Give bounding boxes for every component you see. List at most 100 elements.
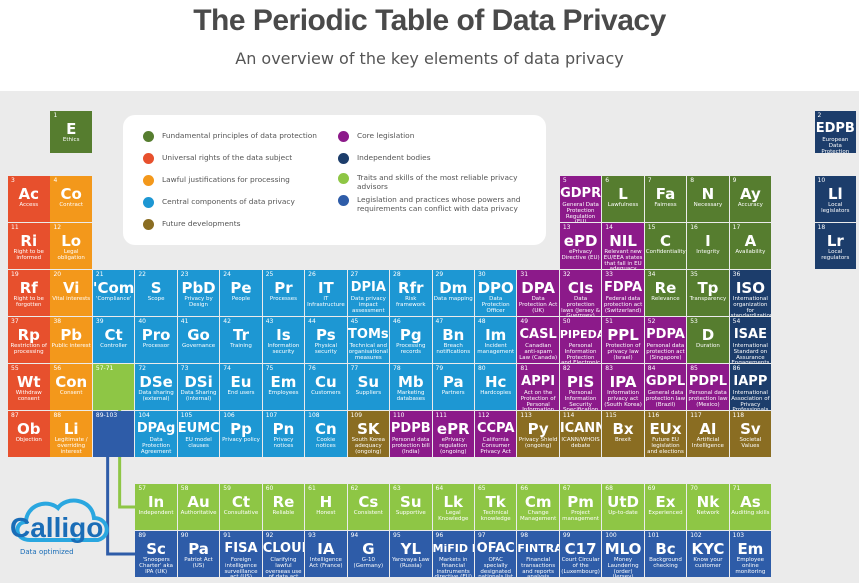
element-35[interactable]: 35 Tp Transparency	[687, 270, 729, 316]
element-12[interactable]: 12 Lo Legal obligation	[50, 223, 92, 269]
element-54[interactable]: 54 ISAE International Standard on Assuranc…	[729, 317, 772, 363]
element-20[interactable]: 20 Vi Vital interests	[50, 270, 92, 316]
element-106[interactable]: 106 Pp Privacy policy	[220, 411, 262, 457]
element-39[interactable]: 39 Ct Controller	[92, 317, 135, 363]
element-37[interactable]: 37 Rp Restriction of processing	[8, 317, 50, 363]
element-71[interactable]: 71 As Auditing skills	[729, 484, 772, 530]
element-8[interactable]: 8 N Necessary	[687, 176, 729, 222]
element-55[interactable]: 55 Wt Withdraw consent	[8, 364, 50, 410]
element-47[interactable]: 47 Bn Breach notifications	[432, 317, 474, 363]
element-88[interactable]: 88 Li Legitimate / overriding interest	[50, 411, 92, 457]
element-115[interactable]: 115 Bx Brexit	[602, 411, 644, 457]
element-23[interactable]: 23 PbD Privacy by Design	[177, 270, 220, 316]
element-98[interactable]: 98 FINTRAC Financial transactions and repo…	[517, 531, 559, 577]
element-28[interactable]: 28 Rfr Risk framework	[390, 270, 432, 316]
element-61[interactable]: 61 H Honest	[305, 484, 347, 530]
series-placeholder-89-103[interactable]: 89-103	[92, 411, 135, 457]
element-95[interactable]: 95 YL Yarovaya Law (Russia)	[390, 531, 432, 577]
element-79[interactable]: 79 Pa Partners	[432, 364, 474, 410]
element-70[interactable]: 70 Nk Network	[687, 484, 729, 530]
element-62[interactable]: 62 Cs Consistent	[347, 484, 390, 530]
element-57[interactable]: 57 In Independent	[135, 484, 177, 530]
element-21[interactable]: 21'Com''Compliance'	[92, 270, 135, 316]
element-40[interactable]: 40 Pro Processor	[135, 317, 177, 363]
element-104[interactable]: 104 DPAg Data Protection Agreement	[135, 411, 177, 457]
element-72[interactable]: 72 DSe Data sharing (external)	[135, 364, 177, 410]
element-112[interactable]: 112 CCPA California Consumer Privacy Act	[474, 411, 517, 457]
element-94[interactable]: 94 G G-10 (Germany)	[347, 531, 390, 577]
element-60[interactable]: 60 Re Reliable	[262, 484, 305, 530]
element-16[interactable]: 16 I Integrity	[687, 223, 729, 269]
element-49[interactable]: 49 CASL Canadian anti-spam Law (Canada)	[517, 317, 559, 363]
element-53[interactable]: 53 D Duration	[687, 317, 729, 363]
element-66[interactable]: 66 Cm Change Management	[517, 484, 559, 530]
element-11[interactable]: 11 Ri Right to be informed	[8, 223, 50, 269]
element-41[interactable]: 41 Go Governance	[177, 317, 220, 363]
element-91[interactable]: 91 FISA Foreign intelligence surveillance …	[220, 531, 262, 577]
element-29[interactable]: 29 Dm Data mapping	[432, 270, 474, 316]
element-27[interactable]: 27 DPIA Data privacy impact assessment	[347, 270, 390, 316]
element-73[interactable]: 73 DSi Data Sharing (internal)	[177, 364, 220, 410]
element-69[interactable]: 69 Ex Experienced	[644, 484, 687, 530]
element-116[interactable]: 116 EUx Future EU legislation and election…	[644, 411, 687, 457]
element-42[interactable]: 42 Tr Training	[220, 317, 262, 363]
element-89[interactable]: 89 Sc 'Snoopers Charter' aka IPA (UK)	[135, 531, 177, 577]
element-51[interactable]: 51 PPL Protection of privacy law (Israel)	[602, 317, 644, 363]
element-24[interactable]: 24 Pe People	[220, 270, 262, 316]
element-5[interactable]: 5 GDPR General Data Protection Regulation …	[559, 176, 602, 222]
element-45[interactable]: 45 TOMs Technical and organisational measu…	[347, 317, 390, 363]
element-78[interactable]: 78 Mb Marketing databases	[390, 364, 432, 410]
element-77[interactable]: 77 Su Suppliers	[347, 364, 390, 410]
element-2[interactable]: 2 EDPBEuropean Data Protection Board	[814, 111, 857, 153]
element-22[interactable]: 22 S Scope	[135, 270, 177, 316]
element-1[interactable]: 1 E Ethics	[50, 111, 92, 153]
element-13[interactable]: 13 ePD ePrivacy Directive (EU)	[559, 223, 602, 269]
element-15[interactable]: 15 C Confidentiality	[644, 223, 687, 269]
element-117[interactable]: 117 AI Artificial Intelligence	[687, 411, 729, 457]
element-92[interactable]: 92 CLOUDClarifying lawful overseas use of…	[262, 531, 305, 577]
element-90[interactable]: 90 Pa Patriot Act (US)	[177, 531, 220, 577]
element-25[interactable]: 25 Pr Processes	[262, 270, 305, 316]
element-81[interactable]: 81 APPI Act on the Protection of Personal …	[517, 364, 559, 410]
element-113[interactable]: 113 Py Privacy Shield (ongoing)	[517, 411, 559, 457]
element-17[interactable]: 17 A Availability	[729, 223, 772, 269]
series-placeholder-57-71[interactable]: 57-71	[92, 364, 135, 410]
element-87[interactable]: 87 Ob Objection	[8, 411, 50, 457]
element-100[interactable]: 100MLOMoney Laundering (order) (Jersey)	[602, 531, 644, 577]
element-31[interactable]: 31 DPA Data Protection Act (UK)	[517, 270, 559, 316]
element-93[interactable]: 93 IA Intelligence Act (France)	[305, 531, 347, 577]
element-46[interactable]: 46 Pg Processing records	[390, 317, 432, 363]
element-6[interactable]: 6 L Lawfulness	[602, 176, 644, 222]
element-63[interactable]: 63 Su Supportive	[390, 484, 432, 530]
element-114[interactable]: 114 ICANN ICANN/WHOIS debate	[559, 411, 602, 457]
element-4[interactable]: 4 Co Contract	[50, 176, 92, 222]
element-82[interactable]: 82PISPersonal Information Security Speci…	[559, 364, 602, 410]
element-52[interactable]: 52 PDPA Personal data protection act (Sing…	[644, 317, 687, 363]
element-99[interactable]: 99 C17 Court Circular of the (Luxembourg)	[559, 531, 602, 577]
element-96[interactable]: 96 MiFID II Markets in financial instrumen…	[432, 531, 474, 577]
element-43[interactable]: 43 Is Information security	[262, 317, 305, 363]
element-50[interactable]: 50 PIPEDA Personal Information Protection …	[559, 317, 602, 363]
element-59[interactable]: 59 Ct Consultative	[220, 484, 262, 530]
element-64[interactable]: 64 Lk Legal Knowledge	[432, 484, 474, 530]
element-9[interactable]: 9 Ay Accuracy	[729, 176, 772, 222]
element-101[interactable]: 101 Bc Background checking	[644, 531, 687, 577]
element-3[interactable]: 3 Ac Access	[8, 176, 50, 222]
element-44[interactable]: 44 Ps Physical security	[305, 317, 347, 363]
element-107[interactable]: 107 Pn Privacy notices	[262, 411, 305, 457]
element-102[interactable]: 102 KYC Know your customer	[687, 531, 729, 577]
element-33[interactable]: 33 FDPA Federal data protection act (Switz…	[602, 270, 644, 316]
element-105[interactable]: 105 EUMC EU model clauses	[177, 411, 220, 457]
element-18[interactable]: 18 Lr Local regulators	[814, 223, 857, 269]
element-68[interactable]: 68 UtD Up-to-date	[602, 484, 644, 530]
element-118[interactable]: 118 Sv Societal Values	[729, 411, 772, 457]
element-56[interactable]: 56 Con Consent	[50, 364, 92, 410]
element-86[interactable]: 86 IAPP International Association of Priva…	[729, 364, 772, 410]
element-36[interactable]: 36ISOInternational organization for stan…	[729, 270, 772, 316]
element-38[interactable]: 38 Pb Public interest	[50, 317, 92, 363]
element-76[interactable]: 76 Cu Customers	[305, 364, 347, 410]
element-111[interactable]: 111 ePR ePrivacy regulation (ongoing)	[432, 411, 474, 457]
element-10[interactable]: 10 Ll Local legislators	[814, 176, 857, 222]
element-26[interactable]: 26 IT IT Infrastructure	[305, 270, 347, 316]
element-80[interactable]: 80 Hc Hardcopies	[474, 364, 517, 410]
